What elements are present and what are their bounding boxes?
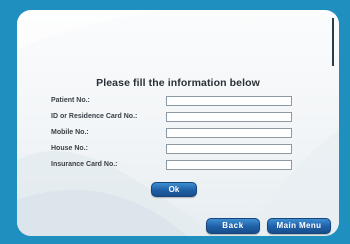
patient-no-input[interactable]	[166, 96, 292, 106]
house-no-input[interactable]	[166, 144, 292, 154]
main-menu-button[interactable]: Main Menu	[267, 218, 331, 234]
scroll-indicator	[332, 18, 334, 66]
back-button[interactable]: Back	[206, 218, 260, 234]
id-card-no-input[interactable]	[166, 112, 292, 122]
mobile-no-input[interactable]	[166, 128, 292, 138]
form-title: Please fill the information below	[96, 77, 260, 89]
house-no-label: House No.:	[51, 145, 88, 152]
kiosk-screen: Please fill the information below Patien…	[0, 0, 350, 244]
form-panel: Please fill the information below Patien…	[17, 10, 339, 236]
ok-button[interactable]: Ok	[151, 182, 197, 197]
patient-no-label: Patient No.:	[51, 97, 90, 104]
insurance-card-no-label: Insurance Card No.:	[51, 161, 118, 168]
mobile-no-label: Mobile No.:	[51, 129, 89, 136]
background-swoosh	[17, 10, 339, 236]
insurance-card-no-input[interactable]	[166, 160, 292, 170]
id-card-no-label: ID or Residence Card No.:	[51, 113, 138, 120]
